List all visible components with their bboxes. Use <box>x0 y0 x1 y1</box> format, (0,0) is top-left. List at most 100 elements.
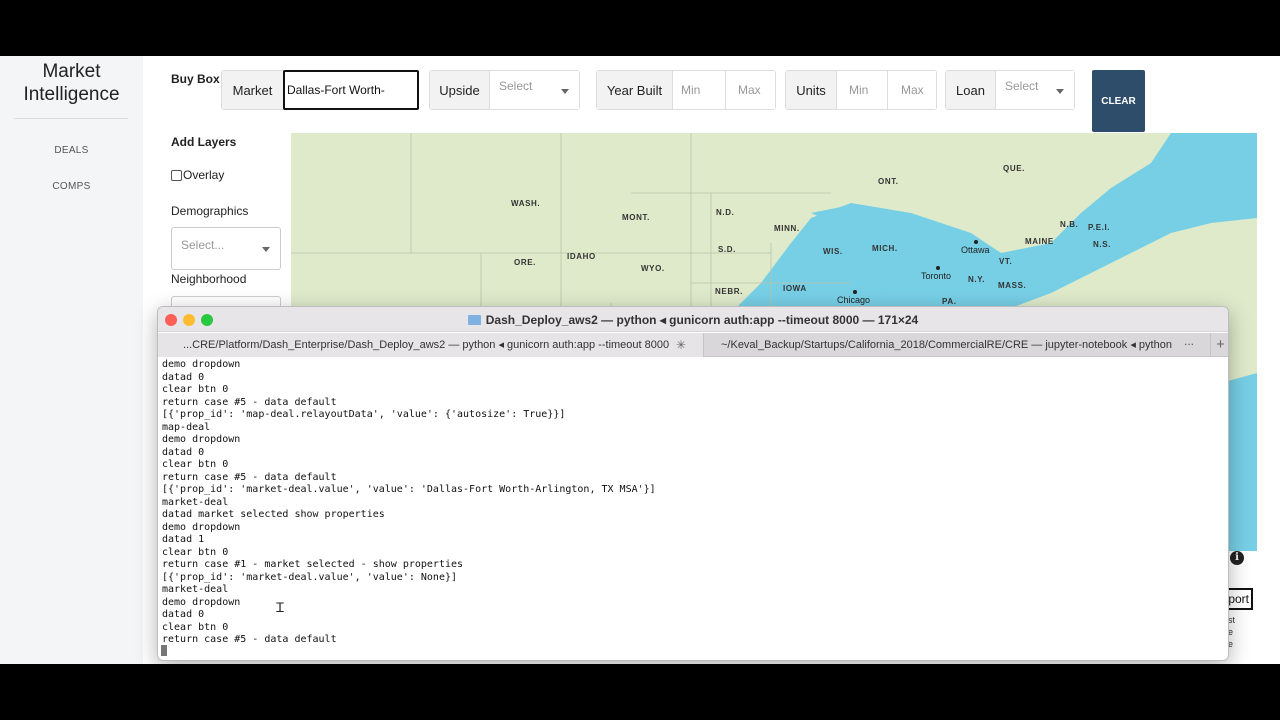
brand-line-1: Market <box>42 61 101 82</box>
side-table-cell: st <box>1228 615 1236 625</box>
add-layers-title: Add Layers <box>171 135 237 149</box>
region-wyo: WYO. <box>641 264 665 273</box>
demographics-placeholder: Select... <box>181 238 225 252</box>
terminal-line: demo dropdown <box>162 596 241 608</box>
terminal-line: market-deal <box>162 584 229 595</box>
clear-button[interactable]: CLEAR <box>1092 70 1145 132</box>
terminal-cursor <box>161 645 167 656</box>
side-table: st e e <box>1228 614 1254 650</box>
region-maine: MAINE <box>1025 237 1054 246</box>
side-table-cell: e <box>1228 627 1234 637</box>
market-label: Market <box>222 71 284 109</box>
loan-select[interactable]: Select <box>996 71 1074 109</box>
units-label: Units <box>786 71 837 109</box>
side-table-cell: e <box>1228 639 1234 649</box>
city-ottawa: Ottawa <box>961 245 990 255</box>
chevron-down-icon <box>1056 89 1064 94</box>
spinner-icon: ✳ <box>676 338 687 352</box>
units-min-input[interactable]: Min <box>837 71 887 109</box>
overlay-label: Overlay <box>183 168 225 182</box>
market-input[interactable]: Dallas-Fort Worth- <box>283 70 419 110</box>
more-tabs-icon[interactable]: ... <box>1184 334 1194 348</box>
terminal-line: return case #5 - data default <box>162 471 337 483</box>
terminal-line: return case #5 - data default <box>162 634 337 645</box>
terminal-line: market-deal <box>162 496 229 508</box>
year-built-group: Year Built Min Max <box>596 70 776 110</box>
region-ny: N.Y. <box>968 275 986 284</box>
terminal-line: map-deal <box>162 421 211 433</box>
terminal-tab-active[interactable]: ...CRE/Platform/Dash_Enterprise/Dash_Dep… <box>158 333 704 357</box>
upside-select[interactable]: Select <box>490 71 579 109</box>
upside-label: Upside <box>430 71 490 109</box>
city-chicago: Chicago <box>837 295 871 305</box>
region-nebr: NEBR. <box>715 287 743 296</box>
overlay-checkbox[interactable] <box>171 169 182 181</box>
chevron-down-icon <box>262 247 270 252</box>
region-wis: WIS. <box>823 247 843 256</box>
upside-placeholder: Select <box>499 79 533 93</box>
brand-divider <box>14 118 128 119</box>
terminal-output[interactable]: demo dropdown datad 0 clear btn 0 return ca… <box>162 359 656 647</box>
terminal-line: datad 1 <box>162 534 205 545</box>
region-idaho: IDAHO <box>567 252 596 261</box>
terminal-line: demo dropdown <box>162 434 241 445</box>
terminal-line: [{'prop_id': 'market-deal.value', 'value… <box>162 484 656 495</box>
info-icon[interactable]: i <box>1230 551 1244 565</box>
demographics-select[interactable]: Select... <box>171 227 281 270</box>
new-tab-button[interactable]: + <box>1210 333 1228 357</box>
overlay-checkbox-row[interactable]: Overlay <box>171 168 224 182</box>
neighborhood-label: Neighborhood <box>171 272 247 286</box>
nav-comps[interactable]: COMPS <box>0 181 143 192</box>
region-ns: N.S. <box>1093 240 1111 249</box>
terminal-line: demo dropdown <box>162 521 241 533</box>
region-pei: P.E.I. <box>1088 223 1111 232</box>
terminal-line: datad 0 <box>162 609 205 620</box>
terminal-line: clear btn 0 <box>162 621 229 633</box>
loan-placeholder: Select <box>1005 79 1039 93</box>
terminal-line: [{'prop_id': 'map-deal.relayoutData', 'v… <box>162 409 566 420</box>
terminal-line: return case #1 - market selected - show … <box>162 559 464 570</box>
region-que: QUE. <box>1003 164 1025 173</box>
demographics-label: Demographics <box>171 204 249 218</box>
terminal-line: demo dropdown <box>162 359 241 370</box>
terminal-title-text: Dash_Deploy_aws2 — python ◂ gunicorn aut… <box>485 313 919 327</box>
city-toronto: Toronto <box>921 271 952 281</box>
region-nb: N.B. <box>1060 220 1079 229</box>
buybox-label: Buy Box <box>171 72 220 86</box>
city-marker <box>853 290 857 294</box>
terminal-tab-notebook[interactable]: ~/Keval_Backup/Startups/California_2018/… <box>704 333 1208 357</box>
terminal-titlebar[interactable]: Dash_Deploy_aws2 — python ◂ gunicorn aut… <box>158 307 1228 332</box>
region-minn: MINN. <box>774 224 800 233</box>
chevron-down-icon <box>561 89 569 94</box>
terminal-line: datad market selected show properties <box>162 509 385 520</box>
region-mich: MICH. <box>872 244 898 253</box>
brand-title: Market Intelligence <box>0 60 143 106</box>
region-mass: MASS. <box>998 281 1027 290</box>
units-max-input[interactable]: Max <box>887 71 936 109</box>
year-built-min-input[interactable]: Min <box>673 71 725 109</box>
city-marker <box>936 266 940 270</box>
year-built-label: Year Built <box>597 71 673 109</box>
terminal-line: clear btn 0 <box>162 384 229 395</box>
city-marker <box>974 240 978 244</box>
region-mont: MONT. <box>622 213 650 222</box>
year-built-max-input[interactable]: Max <box>725 71 775 109</box>
region-nd: N.D. <box>716 208 735 217</box>
terminal-title: Dash_Deploy_aws2 — python ◂ gunicorn aut… <box>158 313 1228 327</box>
region-vt: VT. <box>999 257 1013 266</box>
brand-line-2: Intelligence <box>23 84 120 105</box>
region-sd: S.D. <box>718 245 736 254</box>
region-wash: WASH. <box>511 199 541 208</box>
loan-group: Loan Select <box>945 70 1075 110</box>
text-cursor-icon: Ꮖ <box>276 601 285 616</box>
sidebar: Market Intelligence DEALS COMPS <box>0 56 143 664</box>
folder-icon <box>467 315 481 325</box>
nav-deals[interactable]: DEALS <box>0 145 143 156</box>
terminal-line: return case #5 - data default <box>162 396 337 408</box>
market-group: Market Dallas-Fort Worth- <box>221 70 419 110</box>
terminal-line: [{'prop_id': 'market-deal.value', 'value… <box>162 571 458 583</box>
app-stage: Market Intelligence DEALS COMPS Buy Box … <box>0 56 1280 664</box>
units-group: Units Min Max <box>785 70 937 110</box>
terminal-tabbar: ...CRE/Platform/Dash_Enterprise/Dash_Dep… <box>158 333 1228 357</box>
terminal-window[interactable]: Dash_Deploy_aws2 — python ◂ gunicorn aut… <box>157 306 1229 661</box>
